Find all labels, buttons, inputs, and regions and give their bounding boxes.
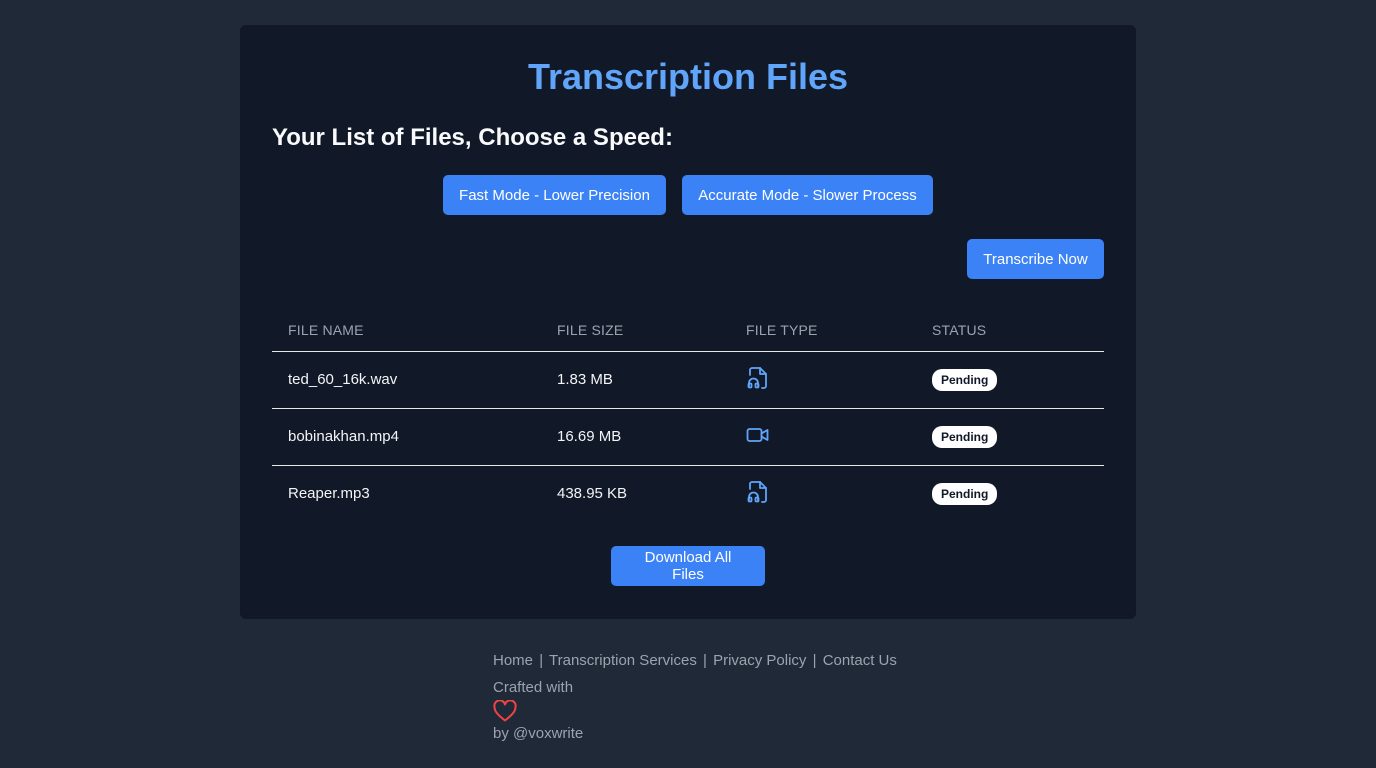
mode-selector: Fast Mode - Lower Precision Accurate Mod… (272, 175, 1104, 215)
footer-separator: | (812, 652, 817, 669)
file-type-cell (730, 351, 916, 409)
action-bar: Transcribe Now (272, 239, 1104, 279)
fast-mode-button[interactable]: Fast Mode - Lower Precision (443, 175, 666, 215)
page-title: Transcription Files (527, 56, 849, 97)
footer-link-privacy-policy[interactable]: Privacy Policy (713, 652, 806, 669)
section-subtitle: Your List of Files, Choose a Speed: (272, 124, 673, 151)
audio-file-icon (746, 366, 770, 394)
file-name-cell: Reaper.mp3 (288, 485, 370, 503)
files-card: Transcription Files Your List of Files, … (240, 25, 1136, 619)
footer-separator: | (539, 652, 544, 669)
column-header-file-size: FILE SIZE (541, 309, 730, 352)
status-cell: Pending (916, 408, 1104, 466)
file-type-cell (730, 408, 916, 466)
file-size-cell: 16.69 MB (541, 408, 730, 466)
status-badge: Pending (932, 368, 998, 391)
crafted-with-text: Crafted with (493, 679, 574, 696)
table-row: Reaper.mp3 438.95 KB Pending (272, 465, 1104, 522)
status-cell: Pending (916, 351, 1104, 409)
files-table: FILE NAME FILE SIZE FILE TYPE STATUS ted… (272, 309, 1104, 522)
file-size-cell: 1.83 MB (541, 351, 730, 409)
author-credit: by @voxwrite (493, 725, 584, 742)
column-header-status: STATUS (916, 309, 1104, 352)
video-camera-icon (746, 423, 770, 451)
file-name-cell: bobinakhan.mp4 (272, 408, 541, 466)
transcribe-now-button[interactable]: Transcribe Now (967, 239, 1104, 279)
table-row: bobinakhan.mp4 16.69 MB Pending (272, 408, 1104, 466)
file-size-cell: 438.95 KB (557, 485, 628, 503)
footer: Home | Transcription Services | Privacy … (493, 650, 897, 744)
accurate-mode-button[interactable]: Accurate Mode - Slower Process (682, 175, 933, 215)
status-cell: Pending (916, 465, 1104, 522)
table-row: ted_60_16k.wav 1.83 MB Pending (272, 351, 1104, 409)
status-badge: Pending (932, 482, 998, 505)
heart-icon (493, 699, 897, 722)
download-all-button[interactable]: Download All Files (611, 546, 765, 586)
footer-separator: | (703, 652, 707, 669)
footer-link-home[interactable]: Home (493, 652, 533, 669)
file-name-cell: ted_60_16k.wav (272, 351, 541, 409)
file-type-cell (730, 465, 916, 522)
column-header-file-type: FILE TYPE (730, 309, 916, 352)
footer-nav: Home | Transcription Services | Privacy … (493, 650, 897, 672)
download-bar: Download All Files (272, 546, 1104, 586)
footer-link-transcription-services[interactable]: Transcription Services (549, 652, 697, 669)
footer-link-contact-us[interactable]: Contact Us (823, 652, 897, 669)
status-badge: Pending (932, 425, 998, 448)
audio-file-icon (746, 480, 770, 508)
column-header-file-name: FILE NAME (272, 309, 541, 352)
table-header-row: FILE NAME FILE SIZE FILE TYPE STATUS (272, 309, 1104, 352)
